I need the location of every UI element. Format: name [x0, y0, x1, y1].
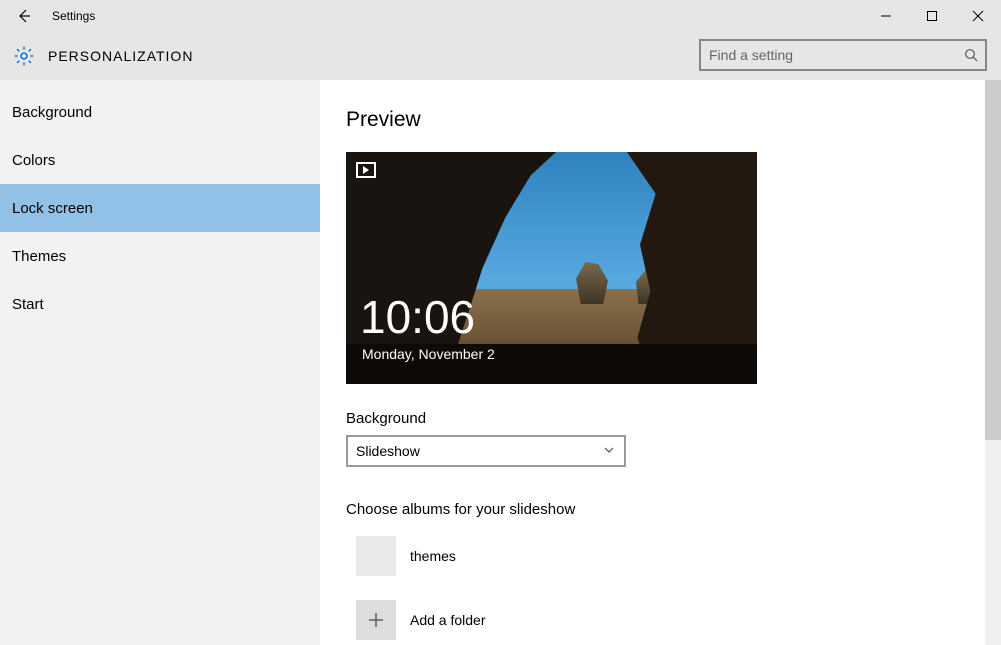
- sidebar-item-background[interactable]: Background: [0, 88, 320, 136]
- maximize-button[interactable]: [909, 0, 955, 32]
- lock-screen-preview: 10:06 Monday, November 2: [346, 152, 757, 384]
- search-input[interactable]: [701, 41, 957, 69]
- search-box[interactable]: [699, 39, 987, 71]
- chevron-down-icon: [602, 443, 616, 462]
- sidebar-item-start[interactable]: Start: [0, 280, 320, 328]
- minimize-button[interactable]: [863, 0, 909, 32]
- sidebar-item-themes[interactable]: Themes: [0, 232, 320, 280]
- sidebar: Background Colors Lock screen Themes Sta…: [0, 80, 320, 645]
- settings-gear[interactable]: [0, 45, 48, 67]
- background-label: Background: [346, 410, 1001, 427]
- page-title: PERSONALIZATION: [48, 48, 193, 64]
- search-icon: [957, 48, 985, 62]
- sidebar-item-colors[interactable]: Colors: [0, 136, 320, 184]
- content: Preview 10:06 Monday, November 2 Backgro…: [320, 80, 1001, 645]
- background-dropdown[interactable]: Slideshow: [346, 435, 626, 467]
- background-dropdown-value: Slideshow: [356, 443, 420, 459]
- album-name: themes: [410, 548, 456, 564]
- close-icon: [972, 10, 984, 22]
- body: Background Colors Lock screen Themes Sta…: [0, 80, 1001, 645]
- album-thumbnail: [356, 536, 396, 576]
- album-item[interactable]: themes: [346, 536, 1001, 576]
- titlebar: Settings: [0, 0, 1001, 32]
- scrollbar-thumb[interactable]: [985, 80, 1001, 440]
- gear-icon: [13, 45, 35, 67]
- albums-section-label: Choose albums for your slideshow: [346, 501, 1001, 518]
- back-button[interactable]: [0, 0, 48, 32]
- window-controls: [863, 0, 1001, 32]
- preview-date: Monday, November 2: [362, 346, 495, 362]
- preview-time: 10:06: [360, 294, 475, 340]
- sidebar-item-lock-screen[interactable]: Lock screen: [0, 184, 320, 232]
- section-heading-preview: Preview: [346, 108, 1001, 132]
- sidebar-item-label: Themes: [12, 248, 66, 265]
- add-folder-label: Add a folder: [410, 612, 486, 628]
- sidebar-item-label: Start: [12, 296, 44, 313]
- minimize-icon: [880, 10, 892, 22]
- maximize-icon: [926, 10, 938, 22]
- sidebar-item-label: Lock screen: [12, 200, 93, 217]
- sidebar-item-label: Colors: [12, 152, 55, 169]
- add-folder-button[interactable]: Add a folder: [346, 600, 1001, 640]
- close-button[interactable]: [955, 0, 1001, 32]
- sidebar-item-label: Background: [12, 104, 92, 121]
- slideshow-icon: [356, 162, 376, 178]
- plus-icon: [356, 600, 396, 640]
- header: PERSONALIZATION: [0, 32, 1001, 80]
- window-title: Settings: [52, 9, 95, 23]
- arrow-left-icon: [15, 7, 33, 25]
